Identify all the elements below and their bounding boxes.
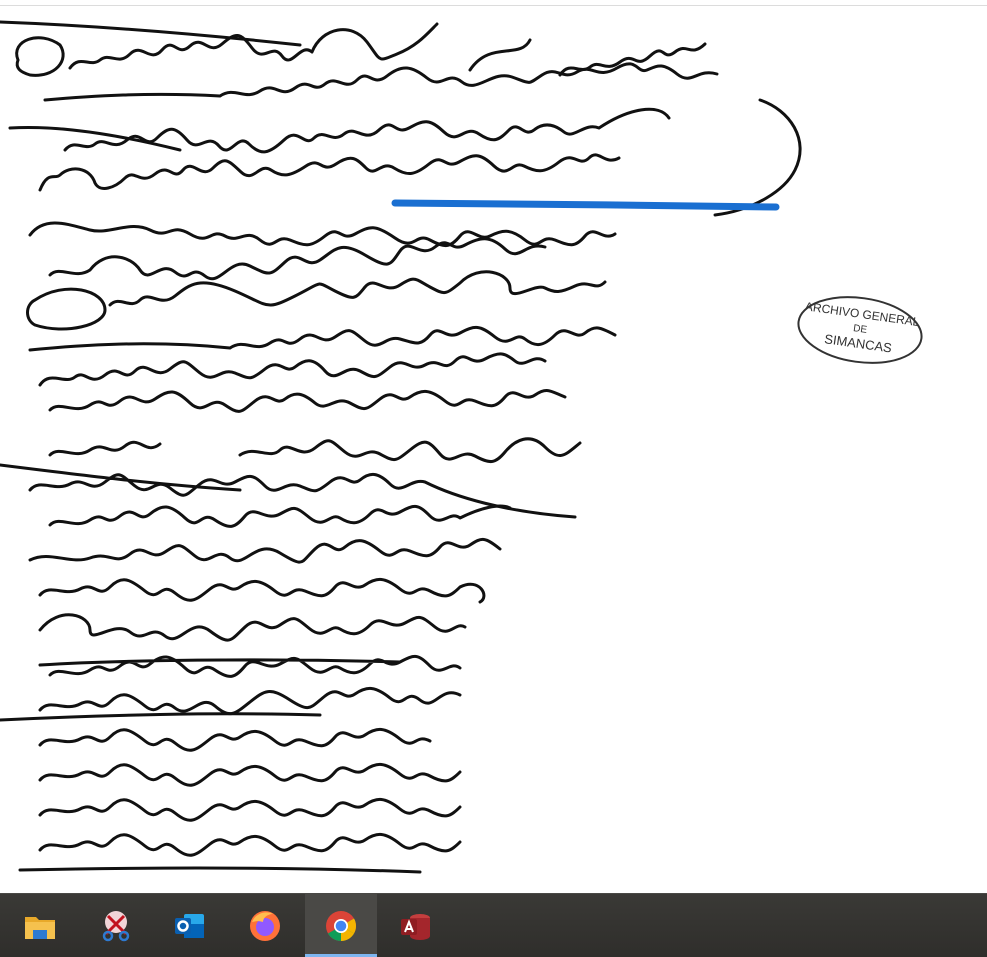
taskbar-file-explorer[interactable] — [4, 894, 76, 957]
handwriting-stroke — [713, 98, 802, 217]
handwriting-stroke — [18, 866, 422, 874]
handwriting-stroke — [28, 221, 617, 247]
handwriting-stroke — [28, 538, 502, 564]
handwriting-stroke — [38, 153, 621, 192]
handwriting-stroke — [48, 437, 582, 463]
scissors-icon — [102, 910, 130, 941]
folder-icon — [25, 916, 55, 939]
handwriting-stroke — [0, 20, 302, 47]
handwriting-stroke — [28, 326, 617, 352]
handwriting-stroke — [48, 389, 567, 413]
handwriting-stroke — [26, 270, 607, 331]
handwriting-stroke — [38, 578, 486, 604]
handwriting-stroke — [48, 237, 547, 280]
firefox-icon — [250, 910, 280, 941]
stamp-line-2: DE — [852, 323, 868, 336]
blue-underline-annotation — [391, 199, 780, 211]
handwriting-stroke — [38, 833, 462, 857]
stamp-line-3: SIMANCAS — [823, 331, 893, 355]
handwriting-stroke — [38, 798, 462, 822]
taskbar-snipping-tool[interactable] — [80, 894, 152, 957]
handwriting-stroke — [8, 107, 671, 154]
handwriting-stroke — [43, 62, 719, 102]
outlook-icon — [175, 913, 204, 938]
handwriting-stroke — [38, 763, 462, 787]
document-viewer: ARCHIVO GENERAL DE SIMANCAS — [0, 0, 987, 893]
access-icon — [401, 913, 430, 940]
handwriting-stroke — [38, 655, 462, 678]
taskbar-outlook[interactable] — [154, 894, 226, 957]
taskbar-firefox[interactable] — [229, 894, 301, 957]
taskbar — [0, 893, 987, 957]
taskbar-chrome[interactable] — [305, 894, 377, 957]
handwriting-stroke — [38, 687, 462, 716]
archive-stamp: ARCHIVO GENERAL DE SIMANCAS — [797, 296, 923, 364]
handwriting-stroke — [38, 352, 547, 387]
handwriting-stroke — [0, 712, 432, 752]
handwriting-stroke — [15, 36, 65, 77]
handwriting-stroke — [48, 504, 512, 528]
chrome-icon — [326, 910, 357, 941]
handwriting-stroke — [38, 613, 467, 642]
taskbar-access[interactable] — [380, 894, 452, 957]
manuscript-scan: ARCHIVO GENERAL DE SIMANCAS — [0, 20, 923, 874]
